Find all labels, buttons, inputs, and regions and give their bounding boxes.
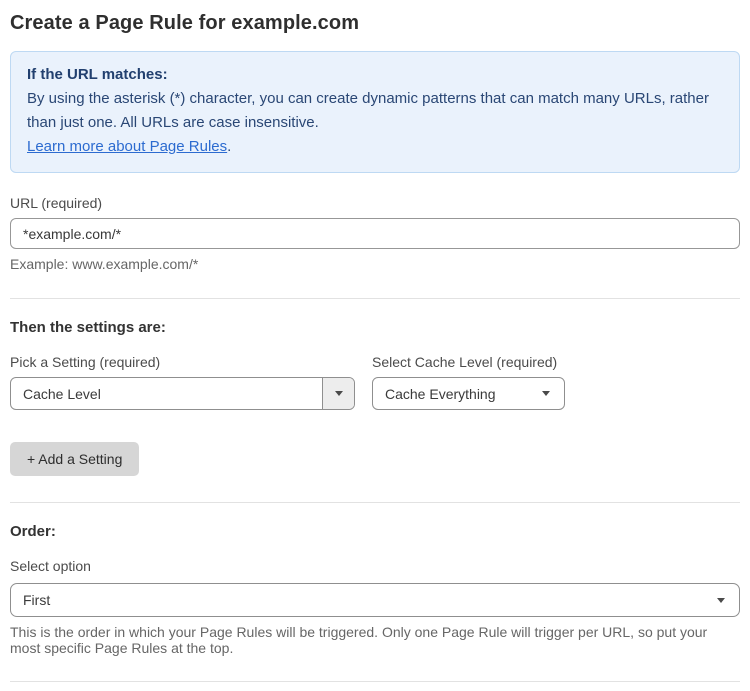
chevron-down-icon: [334, 391, 343, 396]
section-divider: [10, 502, 740, 503]
cache-level-select-value: Cache Everything: [385, 385, 496, 402]
info-box-heading: If the URL matches:: [27, 66, 168, 83]
order-select-value: First: [23, 592, 51, 608]
chevron-down-icon: [717, 597, 725, 603]
setting-select[interactable]: Cache Level: [10, 377, 355, 410]
settings-row: Pick a Setting (required) Cache Level Se…: [10, 354, 740, 410]
url-field-label: URL (required): [10, 195, 103, 211]
url-matches-info-box: If the URL matches: By using the asteris…: [10, 51, 740, 173]
setting-select-label: Pick a Setting (required): [10, 354, 161, 370]
page-title: Create a Page Rule for example.com: [10, 12, 360, 34]
chevron-down-icon: [542, 391, 550, 396]
section-divider: [10, 298, 740, 299]
cache-level-select[interactable]: Cache Everything: [372, 377, 565, 410]
setting-select-value: Cache Level: [23, 385, 101, 402]
learn-more-link[interactable]: Learn more about Page Rules: [27, 138, 227, 155]
order-helper-text: This is the order in which your Page Rul…: [10, 624, 708, 656]
order-select[interactable]: First: [10, 583, 740, 617]
footer-divider: [10, 681, 740, 682]
cache-level-column: Select Cache Level (required) Cache Ever…: [372, 354, 565, 410]
create-page-rule-form: Create a Page Rule for example.com If th…: [0, 0, 750, 691]
info-box-link-line: Learn more about Page Rules.: [27, 135, 723, 159]
cache-level-select-label: Select Cache Level (required): [372, 354, 558, 370]
setting-column: Pick a Setting (required) Cache Level: [10, 354, 355, 410]
url-example-helper: Example: www.example.com/*: [10, 256, 199, 272]
order-select-label: Select option: [10, 558, 91, 574]
dropdown-arrow-box: [322, 378, 354, 409]
link-suffix: .: [227, 138, 232, 155]
info-box-body: By using the asterisk (*) character, you…: [27, 90, 709, 131]
url-input[interactable]: [10, 218, 740, 249]
settings-section-heading: Then the settings are:: [10, 319, 166, 336]
add-setting-button[interactable]: + Add a Setting: [10, 442, 140, 476]
order-section-heading: Order:: [10, 523, 56, 540]
